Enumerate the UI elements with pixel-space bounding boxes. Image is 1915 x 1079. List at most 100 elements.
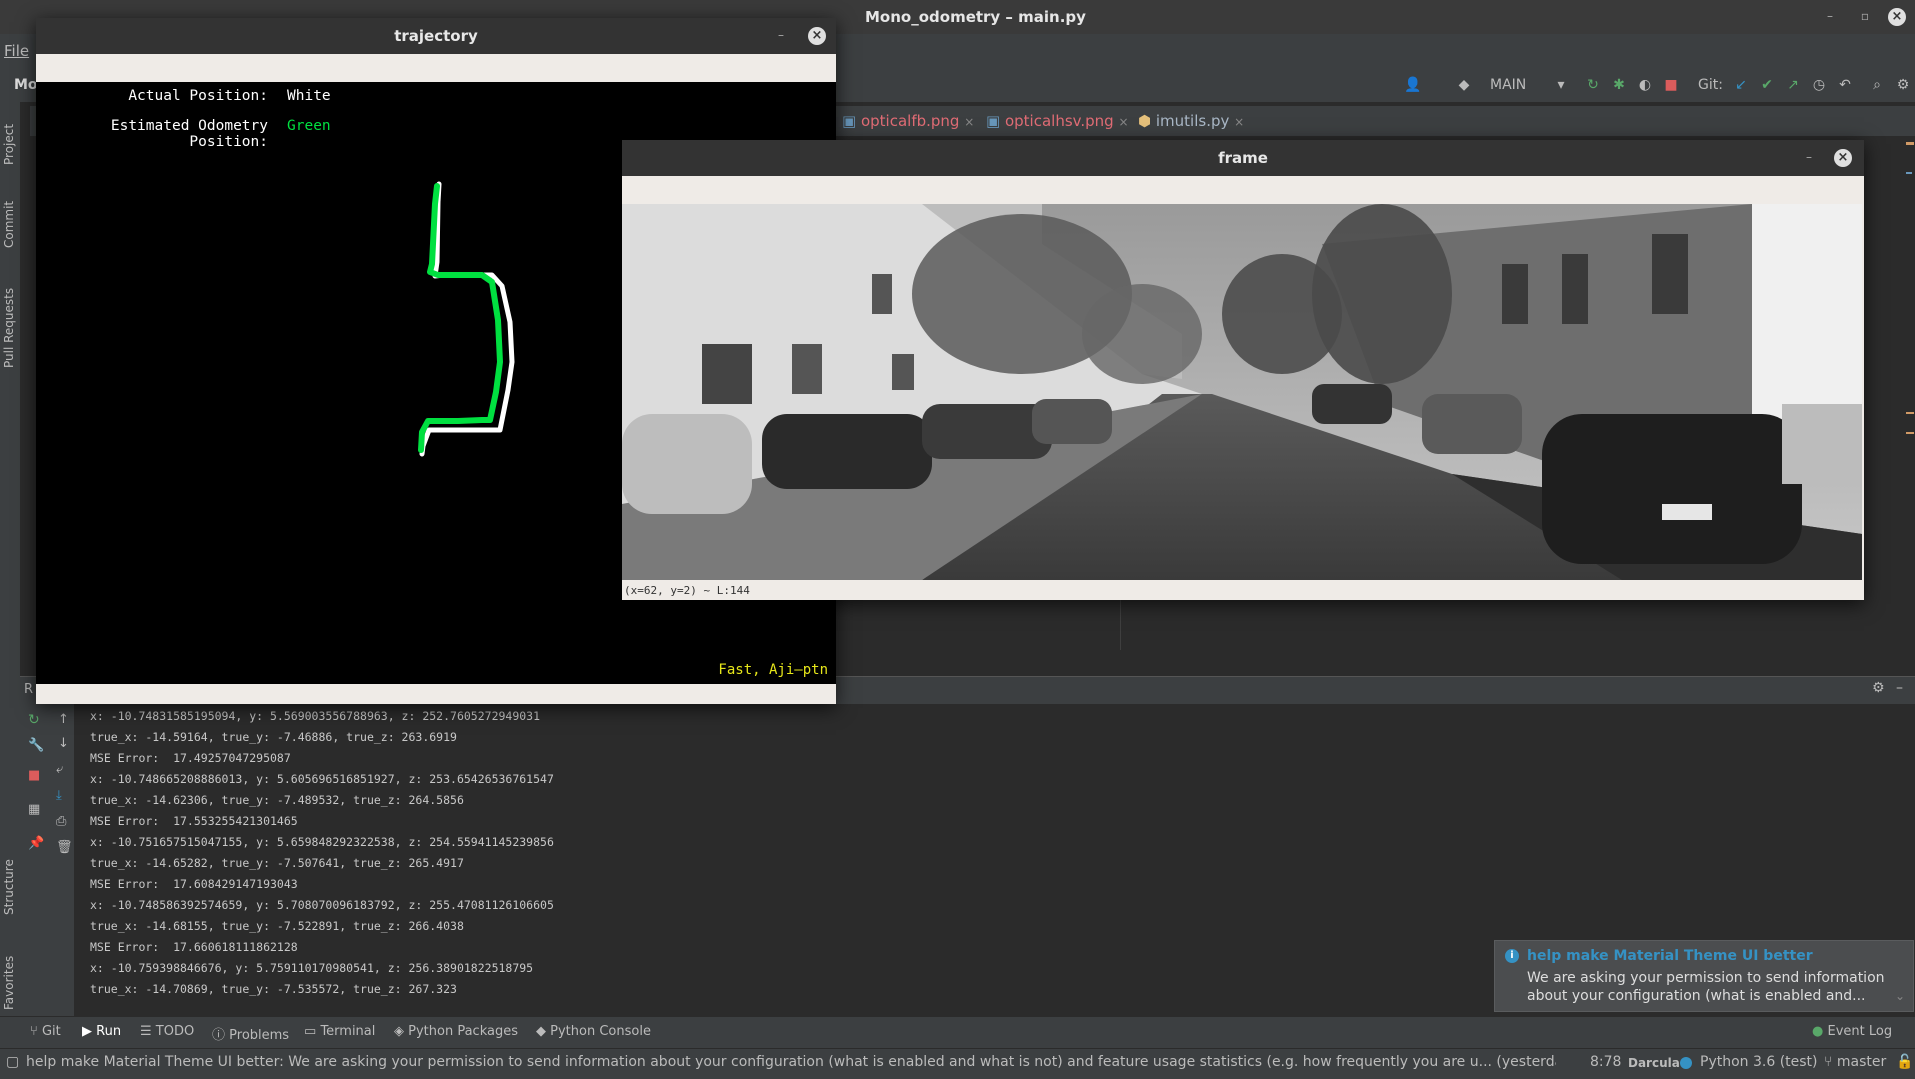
info-icon: ⓘ [212,1028,226,1043]
console-line: x: -10.748586392574659, y: 5.70807009618… [90,898,554,912]
console-line: x: -10.759398846676, y: 5.75911017098054… [90,961,534,975]
python-icon: ◆ [536,1024,546,1039]
rerun-icon[interactable]: ↻ [1584,76,1602,94]
notification-body-1: We are asking your permission to send in… [1527,970,1885,986]
event-log-icon: ● [1812,1024,1824,1039]
close-tab-icon[interactable]: × [964,115,974,129]
status-message[interactable]: help make Material Theme UI better: We a… [26,1054,1556,1070]
frame-toolbar [622,176,1864,204]
frame-window[interactable]: frame – × (x=62, y=2) ~ L:144 [622,140,1864,600]
arrow-up-icon[interactable]: ↑ [58,712,69,727]
console-line: x: -10.748665208886013, y: 5.60569651685… [90,772,554,786]
git-update-icon[interactable]: ↙ [1732,76,1750,94]
run-icon: ▶ [82,1024,92,1039]
tool-project[interactable]: Project [2,124,16,165]
console-line: MSE Error: 17.660618111862128 [90,940,298,954]
python-interpreter[interactable]: Python 3.6 (test) [1700,1054,1818,1070]
tool-commit[interactable]: Commit [2,201,16,248]
run-config-select[interactable]: MAIN [1490,77,1526,93]
cursor-position[interactable]: 8:78 [1590,1054,1621,1070]
maximize-icon[interactable]: ▫ [1857,8,1873,24]
camera-frame-image[interactable] [622,204,1862,580]
minimize-icon[interactable]: – [1822,8,1838,24]
notification-title[interactable]: help make Material Theme UI better [1527,948,1813,964]
event-log-button[interactable]: ● Event Log [1812,1024,1892,1039]
frame-cursor-status: (x=62, y=2) ~ L:144 [624,584,750,597]
ide-close-icon[interactable]: × [1888,8,1906,26]
estimated-trajectory-path [418,183,503,453]
layout-icon[interactable]: ▦ [28,802,40,817]
editor-divider [1120,600,1121,650]
image-icon: ▣ [842,112,857,130]
trajectory-status-strip [36,684,836,704]
theme-dot-icon [1680,1057,1692,1069]
console-line: true_x: -14.70869, true_y: -7.535572, tr… [90,982,457,996]
trash-icon[interactable]: 🗑 [56,840,73,855]
bottom-tab-terminal[interactable]: ▭ Terminal [304,1024,375,1039]
theme-indicator[interactable]: Darcula [1628,1056,1680,1070]
close-tab-icon[interactable]: × [1234,115,1244,129]
console-line: true_x: -14.59164, true_y: -7.46886, tru… [90,730,457,744]
history-icon[interactable]: ◷ [1810,76,1828,94]
bottom-tab-problems[interactable]: ⓘ Problems [212,1024,289,1043]
rollback-icon[interactable]: ↶ [1836,76,1854,94]
trajectory-toolbar [36,54,836,82]
stop-icon[interactable]: ■ [28,768,40,783]
notification-body-2: about your configuration (what is enable… [1527,988,1866,1004]
user-icon[interactable]: 👤 [1404,76,1422,94]
bottom-tab-python-packages[interactable]: ◈ Python Packages [394,1024,518,1039]
menu-file[interactable]: File [4,42,29,60]
terminal-icon: ▭ [304,1024,317,1039]
scroll-to-end-icon[interactable]: ⤓ [56,788,62,803]
console-line: x: -10.751657515047155, y: 5.65984829232… [90,835,554,849]
git-push-icon[interactable]: ↗ [1784,76,1802,94]
tool-favorites[interactable]: Favorites [2,956,16,1010]
bottom-tab-git[interactable]: ⑂ Git [30,1024,61,1039]
chevron-down-icon[interactable]: ⌄ [1895,989,1905,1003]
pin-icon[interactable]: 📌 [28,836,44,851]
arrow-down-icon[interactable]: ↓ [58,736,69,751]
tab-opticalfb[interactable]: ▣ opticalfb.png × [842,112,974,130]
rerun-icon[interactable]: ↻ [28,712,40,728]
bottom-tab-run[interactable]: ▶ Run [82,1024,121,1039]
wrench-icon[interactable]: 🔧 [28,738,44,753]
bottom-tab-python-console[interactable]: ◆ Python Console [536,1024,651,1039]
trajectory-footer: Fast, Aji–ptn [718,662,828,678]
tab-imutils[interactable]: ⬢ imutils.py × [1138,112,1244,130]
console-line: MSE Error: 17.553255421301465 [90,814,298,828]
run-settings-gear-icon[interactable]: ⚙ [1872,680,1885,696]
console-line: true_x: -14.65282, true_y: -7.507641, tr… [90,856,464,870]
lock-icon[interactable]: 🔓 [1896,1054,1913,1070]
close-tab-icon[interactable]: × [1118,115,1128,129]
console-line: MSE Error: 17.49257047295087 [90,751,291,765]
frame-window-title: frame [1218,149,1268,167]
minimize-icon[interactable]: – [778,28,784,42]
ide-window-title: Mono_odometry – main.py [865,8,1086,26]
console-line: x: -10.74831585195094, y: 5.569003556788… [90,709,541,723]
image-icon: ▣ [986,112,1001,130]
bottom-tab-todo[interactable]: ☰ TODO [140,1024,194,1039]
hide-panel-icon[interactable]: – [1896,680,1903,696]
print-icon[interactable]: ⎙ [56,814,66,829]
search-icon[interactable]: ⌕ [1868,76,1886,94]
minimize-icon[interactable]: – [1806,150,1812,164]
notification-popup[interactable]: i help make Material Theme UI better We … [1494,940,1914,1012]
tool-structure[interactable]: Structure [2,859,16,915]
chevron-down-icon[interactable]: ▾ [1552,76,1570,94]
status-message-icon[interactable]: ▢ [6,1054,19,1070]
debug-icon[interactable]: ✱ [1610,76,1628,94]
tab-opticalhsv[interactable]: ▣ opticalhsv.png × [986,112,1129,130]
console-line: true_x: -14.68155, true_y: -7.522891, tr… [90,919,464,933]
tool-pull-requests[interactable]: Pull Requests [2,288,16,368]
console-line: true_x: -14.62306, true_y: -7.489532, tr… [90,793,464,807]
soft-wrap-icon[interactable]: ⤶ [56,762,63,777]
frame-close-icon[interactable]: × [1834,149,1852,167]
packages-icon: ◈ [394,1024,404,1039]
git-commit-icon[interactable]: ✔ [1758,76,1776,94]
coverage-icon[interactable]: ◐ [1636,76,1654,94]
stop-icon[interactable]: ■ [1662,76,1680,94]
trajectory-close-icon[interactable]: × [808,27,826,45]
git-branch-status[interactable]: ⑂ master [1824,1054,1886,1070]
project-breadcrumb[interactable]: Mo [14,77,38,93]
settings-gear-icon[interactable]: ⚙ [1894,76,1912,94]
